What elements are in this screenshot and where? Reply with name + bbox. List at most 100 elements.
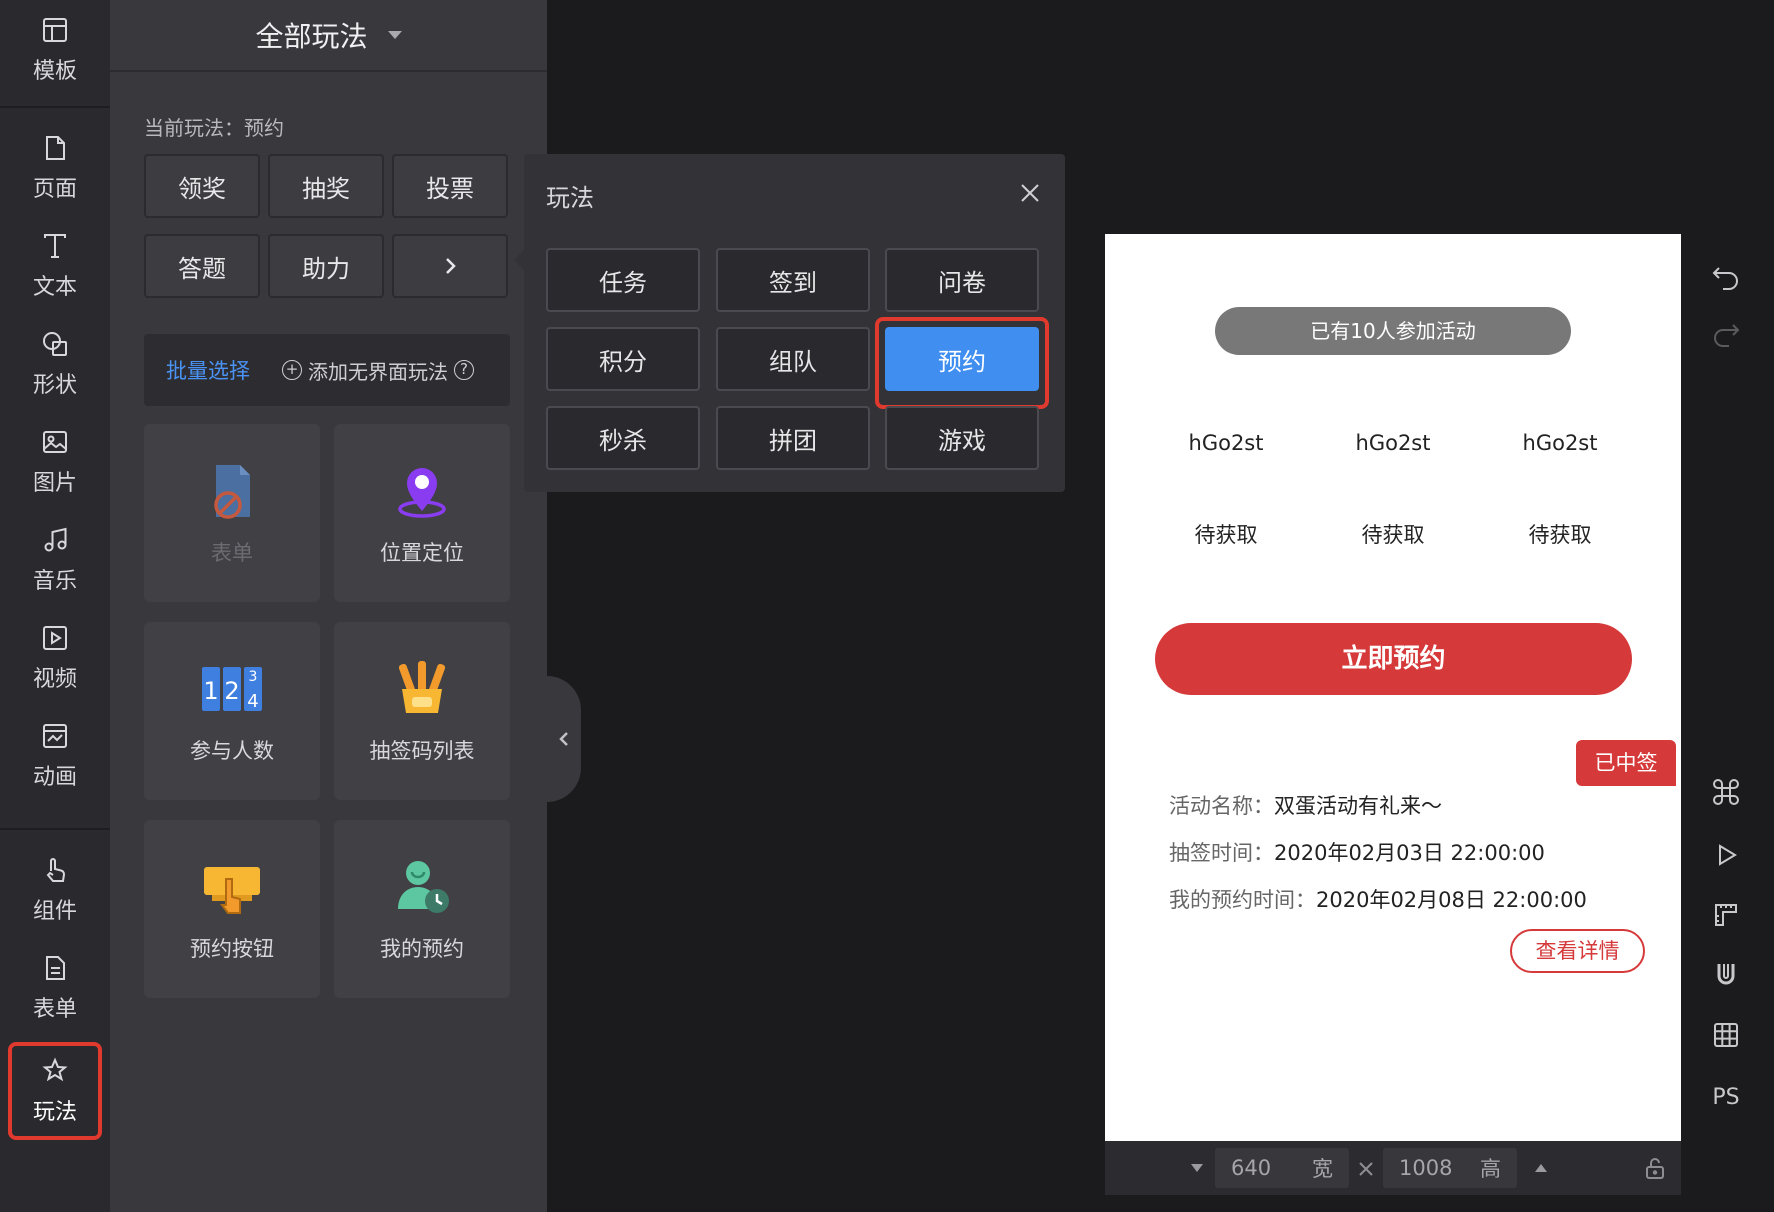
rail-item-component[interactable]: 组件 (0, 840, 110, 940)
grid-icon (1714, 1023, 1738, 1047)
height-field[interactable]: 1008 高 (1383, 1148, 1517, 1188)
page-icon (46, 136, 65, 160)
gameplay-option-checkin[interactable]: 签到 (716, 248, 870, 312)
rail-item-gameplay[interactable]: 玩法 (8, 1042, 102, 1140)
more-gameplay-button[interactable] (392, 234, 508, 298)
participants-banner: 已有10人参加活动 (1215, 307, 1571, 355)
gameplay-option-flash-sale[interactable]: 秒杀 (546, 406, 700, 470)
phone-preview-canvas[interactable]: 已有10人参加活动 hGo2st hGo2st hGo2st 待获取 待获取 待… (1105, 234, 1681, 1141)
rail-item-image[interactable]: 图片 (0, 412, 110, 512)
gameplay-option-reserve[interactable]: 预约 (885, 327, 1039, 391)
music-icon (44, 527, 67, 552)
gameplay-card-form[interactable]: 表单 (144, 424, 320, 602)
rail-item-page[interactable]: 页面 (0, 118, 110, 218)
rail-item-shape[interactable]: 形状 (0, 314, 110, 414)
gameplay-option-points[interactable]: 积分 (546, 327, 700, 391)
gameplay-card-participants[interactable]: 1 2 3 4 参与人数 (144, 622, 320, 800)
grid-button[interactable] (1709, 1018, 1743, 1052)
quick-gameplay-claim-button[interactable]: 领奖 (144, 154, 260, 218)
rail-item-form[interactable]: 表单 (0, 938, 110, 1038)
rail-item-label: 表单 (32, 997, 77, 1022)
canvas-size-bar: 640 宽 1008 高 (1105, 1141, 1681, 1195)
rail-item-template[interactable]: 模板 (0, 0, 110, 100)
gameplay-card-reserve-button[interactable]: 预约按钮 (144, 820, 320, 998)
rail-item-label: 模板 (32, 59, 77, 84)
rail-item-text[interactable]: 文本 (0, 216, 110, 316)
rail-item-animation[interactable]: 动画 (0, 706, 110, 806)
gameplay-option-survey[interactable]: 问卷 (885, 248, 1039, 312)
gameplay-card-label: 我的预约 (380, 937, 464, 961)
chevron-down-icon (387, 31, 402, 39)
shortcuts-button[interactable] (1709, 775, 1743, 809)
activity-name-label: 活动名称： (1169, 794, 1274, 818)
rail-divider (0, 828, 110, 830)
shape-icon (43, 332, 67, 356)
svg-text:1: 1 (203, 677, 218, 705)
width-field[interactable]: 640 宽 (1215, 1148, 1349, 1188)
ps-label: PS (1712, 1084, 1740, 1110)
my-reservation-time-label: 我的预约时间： (1169, 888, 1316, 912)
gameplay-card-location[interactable]: 位置定位 (334, 424, 510, 602)
rail-item-music[interactable]: 音乐 (0, 510, 110, 610)
magnet-snap-button[interactable] (1709, 958, 1743, 992)
decrease-size-icon[interactable] (1191, 1164, 1203, 1172)
close-button[interactable] (1017, 180, 1043, 206)
video-icon (43, 626, 67, 650)
panel-header[interactable]: 全部玩法 (110, 0, 547, 72)
undo-button[interactable] (1709, 258, 1743, 292)
gameplay-option-task[interactable]: 任务 (546, 248, 700, 312)
rail-item-label: 图片 (32, 471, 77, 496)
redo-icon (1714, 324, 1740, 347)
svg-text:2: 2 (224, 677, 239, 705)
gameplay-option-game[interactable]: 游戏 (885, 406, 1039, 470)
increase-size-icon[interactable] (1535, 1164, 1547, 1172)
ps-import-button[interactable]: PS (1709, 1080, 1743, 1114)
lock-ratio-button[interactable] (1643, 1156, 1667, 1180)
rail-item-label: 组件 (32, 899, 77, 924)
rail-item-video[interactable]: 视频 (0, 608, 110, 708)
preview-play-button[interactable] (1709, 838, 1743, 872)
close-icon (1021, 184, 1039, 202)
gameplay-card-label: 表单 (211, 541, 253, 565)
undo-icon (1712, 267, 1738, 290)
gameplay-card-label: 位置定位 (380, 541, 464, 565)
view-details-button[interactable]: 查看详情 (1510, 929, 1645, 973)
svg-text:4: 4 (247, 691, 258, 712)
batch-select-link[interactable]: 批量选择 (166, 355, 250, 385)
gameplay-option-group-buy[interactable]: 拼团 (716, 406, 870, 470)
help-icon[interactable]: ? (454, 360, 474, 380)
quick-gameplay-lottery-button[interactable]: 抽奖 (268, 154, 384, 218)
ruler-button[interactable] (1709, 898, 1743, 932)
gameplay-option-team[interactable]: 组队 (716, 327, 870, 391)
counter-digits-icon: 1 2 3 4 (202, 667, 262, 712)
rail-item-label: 动画 (32, 765, 77, 790)
current-gameplay-label: 当前玩法：预约 (144, 116, 284, 140)
lottery-code-status: 待获取 (1528, 523, 1592, 547)
redo-button[interactable] (1709, 315, 1743, 349)
quick-gameplay-assist-button[interactable]: 助力 (268, 234, 384, 298)
batch-toolbar: 批量选择 + 添加无界面玩法 ? (144, 334, 510, 406)
quick-gameplay-vote-button[interactable]: 投票 (392, 154, 508, 218)
magnet-icon (1717, 964, 1735, 985)
collapse-panel-button[interactable] (547, 676, 581, 802)
add-borderless-gameplay-button[interactable]: + 添加无界面玩法 ? (282, 356, 474, 385)
height-unit: 高 (1480, 1157, 1501, 1181)
my-reservation-time-value: 2020年02月08日 22:00:00 (1316, 888, 1587, 912)
location-pin-icon (398, 468, 446, 518)
chevron-left-icon (559, 732, 568, 746)
play-icon (1719, 844, 1737, 866)
left-nav-rail: 模板 页面 文本 形状 图片 音乐 视频 动画 组件 表单 玩法 (0, 0, 110, 1212)
gameplay-popover: 玩法 任务 签到 问卷 积分 组队 预约 秒杀 拼团 游戏 (514, 154, 1065, 492)
reserve-now-button[interactable]: 立即预约 (1155, 623, 1632, 695)
activity-name-value: 双蛋活动有礼来～ (1274, 794, 1442, 818)
gameplay-panel: 全部玩法 当前玩法：预约 领奖 抽奖 投票 答题 助力 批量选择 + 添加无界面… (110, 0, 547, 1212)
gameplay-card-my-reservation[interactable]: 我的预约 (334, 820, 510, 998)
lottery-code: hGo2st (1188, 431, 1264, 455)
quick-gameplay-quiz-button[interactable]: 答题 (144, 234, 260, 298)
form-icon (46, 956, 65, 980)
gameplay-card-label: 抽签码列表 (369, 739, 475, 763)
rail-item-label: 形状 (32, 373, 77, 398)
unlock-icon (1646, 1158, 1664, 1179)
gameplay-card-lottery-codes[interactable]: 抽签码列表 (334, 622, 510, 800)
lottery-code-status: 待获取 (1361, 523, 1425, 547)
